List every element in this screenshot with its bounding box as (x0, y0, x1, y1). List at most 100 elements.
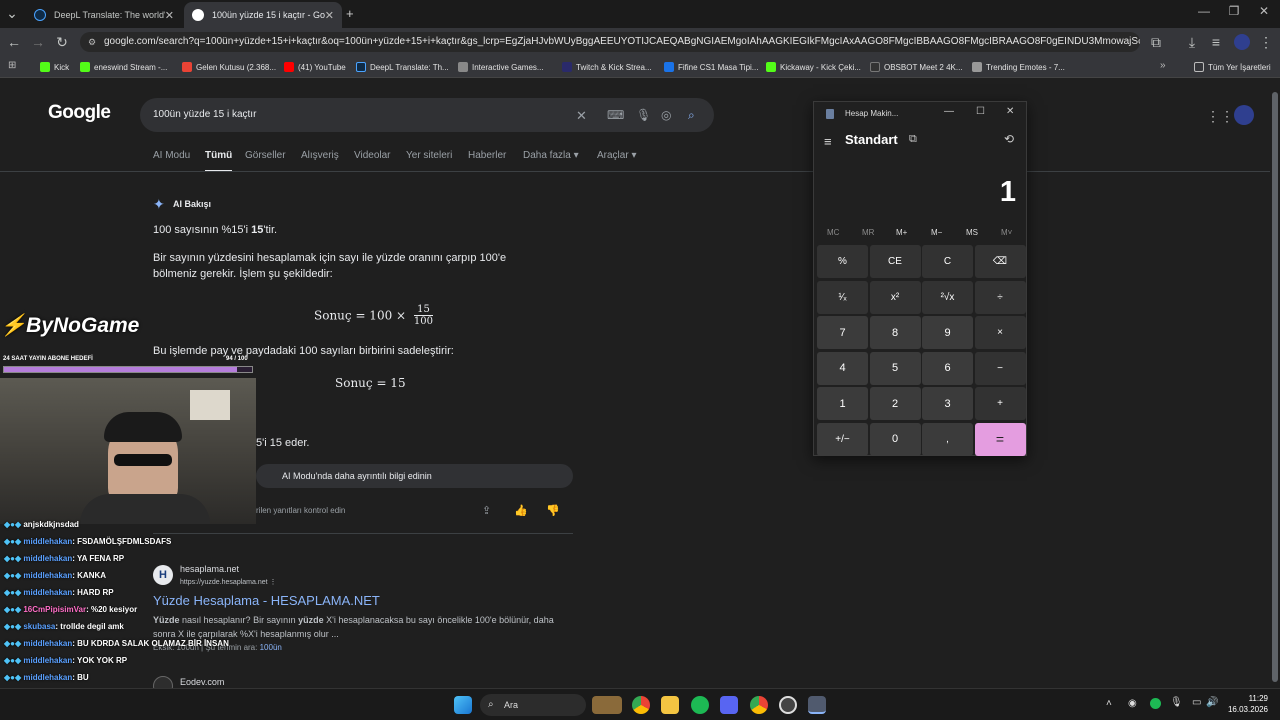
hamburger-menu-icon[interactable]: ≡ (824, 134, 832, 149)
obs-icon[interactable] (779, 696, 797, 714)
more-options-icon[interactable]: ⋮ (270, 579, 277, 586)
subtract-button[interactable]: − (974, 351, 1026, 385)
digit-6-button[interactable]: 6 (922, 351, 973, 385)
equals-button[interactable]: = (974, 422, 1026, 456)
close-icon[interactable]: ✕ (165, 9, 174, 22)
maximize-icon[interactable]: ☐ (976, 106, 985, 117)
tab-places[interactable]: Yer siteleri (406, 150, 452, 161)
widgets-icon[interactable] (592, 696, 622, 714)
memory-store-button[interactable]: MS (966, 228, 978, 237)
back-icon[interactable]: ← (6, 34, 22, 50)
mic-tray-icon[interactable]: 🎙 (1170, 697, 1183, 708)
maximize-icon[interactable]: ❐ (1220, 4, 1248, 18)
tray-chevron-icon[interactable]: ˄ (1106, 698, 1112, 709)
reciprocal-button[interactable]: ¹⁄ₓ (817, 280, 868, 314)
history-icon[interactable]: ⟲ (1004, 132, 1014, 146)
digit-5-button[interactable]: 5 (869, 351, 921, 385)
keep-on-top-icon[interactable]: ⧉ (909, 133, 917, 146)
menu-icon[interactable]: ⋮ (1258, 34, 1274, 50)
site-info-icon[interactable]: ⚙ (88, 37, 96, 48)
media-icon[interactable]: ≡ (1208, 34, 1224, 50)
forward-icon[interactable]: → (30, 34, 46, 50)
taskbar-search[interactable]: Ara (480, 694, 586, 716)
decimal-button[interactable]: , (922, 422, 973, 456)
square-button[interactable]: x² (869, 280, 921, 314)
steam-tray-icon[interactable]: ◉ (1128, 698, 1137, 709)
spotify-tray-icon[interactable] (1150, 698, 1161, 709)
clock-date[interactable]: 16.03.2026 (1222, 705, 1268, 714)
calculator-taskbar-icon[interactable] (808, 696, 826, 714)
tab-ai-mode[interactable]: AI Modu (153, 150, 190, 161)
chevron-right-icon[interactable]: » (1160, 60, 1166, 71)
chrome-icon[interactable] (632, 696, 650, 714)
google-apps-icon[interactable]: ⋮⋮ (1206, 108, 1234, 125)
thumbs-up-icon[interactable]: 👍 (514, 504, 528, 517)
bookmark-item[interactable]: Trending Emotes - 7... (972, 60, 1065, 74)
clear-button[interactable]: C (922, 245, 973, 278)
spotify-icon[interactable] (691, 696, 709, 714)
bookmark-item[interactable]: Gelen Kutusu (2.368... (182, 60, 276, 74)
digit-1-button[interactable]: 1 (817, 387, 868, 420)
reload-icon[interactable]: ↻ (54, 34, 70, 50)
extensions-icon[interactable]: ⧉ (1148, 34, 1164, 50)
close-window-icon[interactable]: ✕ (1006, 106, 1014, 117)
digit-7-button[interactable]: 7 (817, 316, 868, 349)
file-explorer-icon[interactable] (661, 696, 679, 714)
bookmark-item[interactable]: (41) YouTube (284, 60, 346, 74)
tab-more[interactable]: Daha fazla ▾ (523, 150, 579, 161)
bookmark-item[interactable]: DeepL Translate: Th... (356, 60, 449, 74)
tab-google[interactable]: 100ün yüzde 15 i kaçtır - Googl ✕ (184, 2, 342, 28)
tab-tools[interactable]: Araçlar ▾ (597, 150, 637, 161)
clock-time[interactable]: 11:29 (1228, 694, 1268, 703)
tab-all[interactable]: Tümü (205, 150, 233, 172)
missing-term-link[interactable]: 100ün (260, 643, 282, 652)
minimize-icon[interactable]: — (1190, 4, 1218, 18)
close-window-icon[interactable]: ✕ (1250, 4, 1278, 18)
digit-9-button[interactable]: 9 (922, 316, 973, 349)
tab-images[interactable]: Görseller (245, 150, 286, 161)
share-icon[interactable]: ⇪ (482, 504, 491, 517)
digit-4-button[interactable]: 4 (817, 351, 868, 385)
download-icon[interactable]: ⤓ (1184, 34, 1200, 50)
square-root-button[interactable]: ²√x (922, 280, 973, 314)
microphone-icon[interactable]: 🎙 (636, 108, 651, 122)
bookmark-item[interactable]: Kick (40, 60, 69, 74)
ai-mode-more-button[interactable]: AI Modu'nda daha ayrıntılı bilgi edinin (256, 464, 573, 488)
lens-icon[interactable]: ◎ (661, 108, 671, 122)
search-input[interactable]: 100ün yüzde 15 i kaçtır (140, 98, 714, 132)
digit-3-button[interactable]: 3 (922, 387, 973, 420)
keyboard-icon[interactable]: ⌨ (607, 108, 624, 122)
search-icon[interactable]: ⌕ (688, 108, 695, 123)
new-tab-button[interactable]: + (346, 6, 354, 21)
scrollbar-thumb[interactable] (1272, 92, 1278, 682)
tab-news[interactable]: Haberler (468, 150, 506, 161)
multiply-button[interactable]: × (974, 316, 1026, 349)
address-bar[interactable]: google.com/search?q=100ün+yüzde+15+i+kaç… (80, 32, 1140, 52)
memory-add-button[interactable]: M+ (896, 228, 907, 237)
page-scrollbar[interactable] (1270, 78, 1280, 688)
bookmark-item[interactable]: OBSBOT Meet 2 4K... (870, 60, 963, 74)
bookmark-item[interactable]: Fifine CS1 Masa Tipi... (664, 60, 758, 74)
digit-2-button[interactable]: 2 (869, 387, 921, 420)
tab-deepl[interactable]: DeepL Translate: The world's m ✕ (26, 2, 182, 28)
backspace-button[interactable]: ⌫ (974, 245, 1026, 278)
result-url[interactable]: https://yuzde.hesaplama.net ⋮ (180, 578, 277, 586)
divide-button[interactable]: ÷ (974, 280, 1026, 314)
account-avatar[interactable] (1234, 105, 1254, 125)
volume-icon[interactable]: 🔊 (1206, 697, 1218, 708)
tab-shopping[interactable]: Alışveriş (301, 150, 339, 161)
digit-8-button[interactable]: 8 (869, 316, 921, 349)
add-button[interactable]: + (974, 387, 1026, 420)
bookmark-item[interactable]: eneswind Stream -... (80, 60, 167, 74)
network-icon[interactable]: ▭ (1192, 697, 1201, 708)
memory-subtract-button[interactable]: M− (931, 228, 942, 237)
memory-clear-button[interactable]: MC (827, 228, 839, 237)
memory-recall-button[interactable]: MR (862, 228, 874, 237)
discord-icon[interactable] (720, 696, 738, 714)
apps-grid-icon[interactable]: ⊞ (8, 60, 16, 71)
result-title-link[interactable]: Yüzde Hesaplama - HESAPLAMA.NET (153, 593, 380, 608)
bookmark-item[interactable]: Interactive Games... (458, 60, 544, 74)
negate-button[interactable]: +/− (817, 422, 868, 456)
chrome-profile-icon[interactable] (750, 696, 768, 714)
tab-search-icon[interactable]: ⌄ (4, 5, 20, 21)
